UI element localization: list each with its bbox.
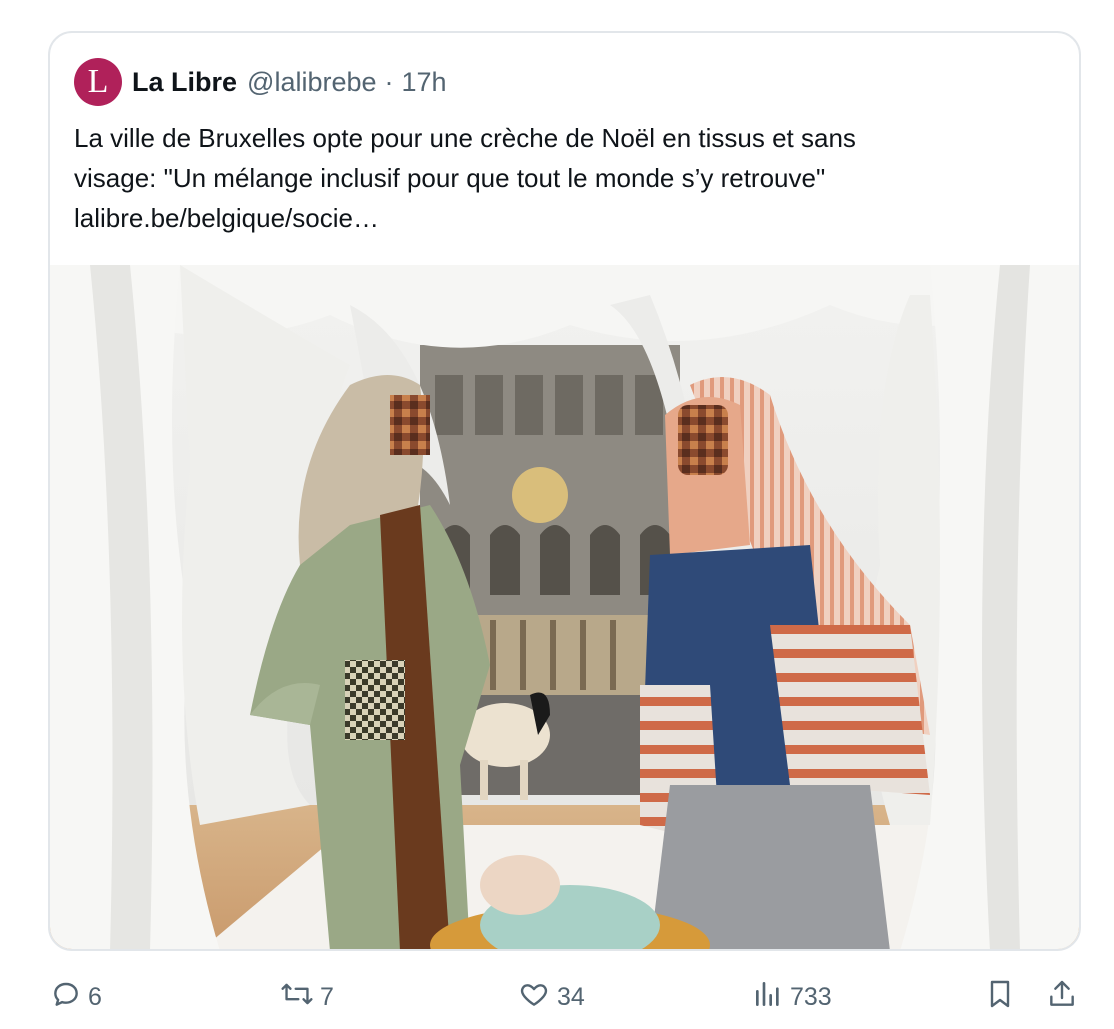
bookmark-icon xyxy=(984,978,1022,1017)
tweet-link[interactable]: lalibre.be/belgique/socie… xyxy=(74,198,1054,238)
views-count: 733 xyxy=(790,983,832,1011)
reply-icon xyxy=(50,978,88,1017)
tweet-text-line-1: La ville de Bruxelles opte pour une crèc… xyxy=(74,123,856,153)
separator-dot: · xyxy=(384,66,394,97)
reply-count: 6 xyxy=(88,983,102,1011)
tweet-media-image[interactable] xyxy=(50,265,1079,949)
tweet-text: La ville de Bruxelles opte pour une crèc… xyxy=(74,118,1054,238)
repost-button[interactable]: 7 xyxy=(280,978,334,1017)
views-button[interactable]: 733 xyxy=(752,978,832,1017)
reply-button[interactable]: 6 xyxy=(50,978,102,1017)
timestamp[interactable]: 17h xyxy=(402,67,447,98)
avatar[interactable]: L xyxy=(74,58,122,106)
share-icon xyxy=(1046,978,1084,1017)
views-icon xyxy=(752,978,790,1017)
like-count: 34 xyxy=(557,983,585,1011)
handle[interactable]: @lalibrebe xyxy=(247,67,376,98)
tweet-action-bar: 6 7 34 733 xyxy=(0,970,1114,1026)
bookmark-button[interactable] xyxy=(984,978,1022,1017)
nativity-scene-photo xyxy=(50,265,1079,949)
tweet-card[interactable]: L La Libre @lalibrebe · 17h La ville de … xyxy=(48,31,1081,951)
like-icon xyxy=(517,978,557,1017)
like-button[interactable]: 34 xyxy=(517,978,585,1017)
repost-count: 7 xyxy=(320,983,334,1011)
tweet-text-line-2: visage: "Un mélange inclusif pour que to… xyxy=(74,163,826,193)
repost-icon xyxy=(280,978,320,1017)
share-button[interactable] xyxy=(1046,978,1084,1017)
tweet-header: L La Libre @lalibrebe · 17h xyxy=(74,57,447,107)
display-name[interactable]: La Libre xyxy=(132,67,237,98)
